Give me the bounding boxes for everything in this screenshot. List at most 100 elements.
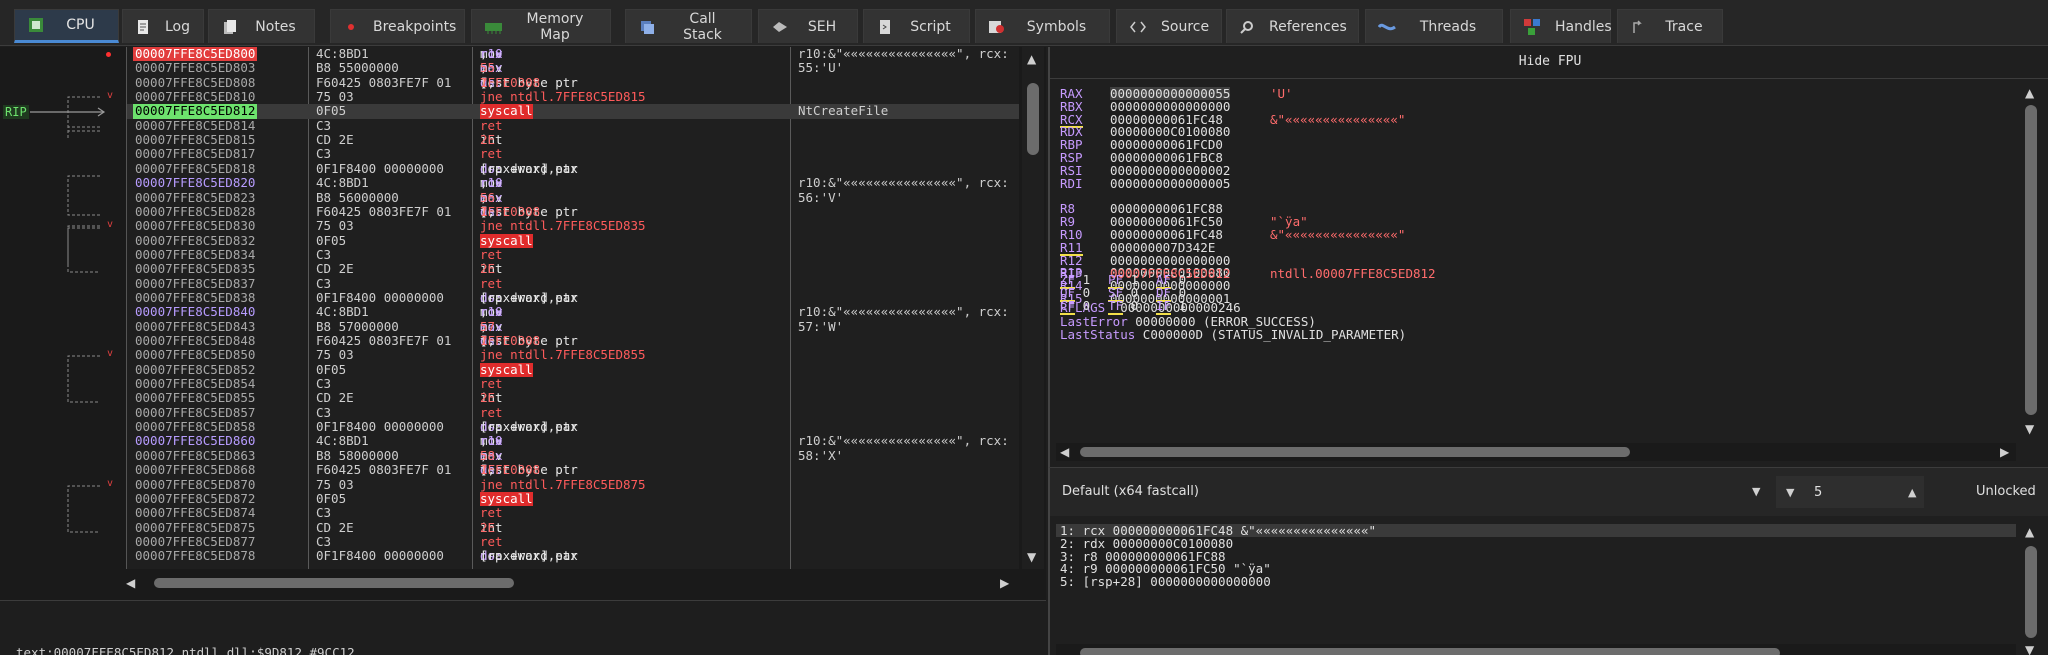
hide-fpu-button[interactable]: Hide FPU [1050, 47, 2048, 79]
scroll-up-icon[interactable]: ▲ [2025, 526, 2034, 538]
disasm-row[interactable]: 00007FFE8C5ED840 4C:8BD1 mov r10, rcx r10:&"… [127, 304, 1019, 319]
argument-row[interactable]: 5: [rsp+28] 0000000000000000 [1056, 575, 2016, 588]
disasm-row[interactable]: 00007FFE8C5ED877 C3 ret [127, 534, 1019, 549]
arg-count-spinbox[interactable]: ▼ 5 ▲ [1776, 476, 1924, 508]
tab-seh[interactable]: SEH [758, 9, 858, 43]
lock-toggle[interactable]: Unlocked [1976, 484, 2036, 499]
disasm-row[interactable]: 00007FFE8C5ED848 F60425 0803FE7F 01 test b… [127, 333, 1019, 348]
disasm-row[interactable]: 00007FFE8C5ED852 0F05 syscall [127, 362, 1019, 378]
register-value[interactable]: 000000007D342E [1110, 241, 1215, 254]
chevron-up-icon[interactable]: ▲ [1908, 486, 1916, 499]
scroll-thumb[interactable] [1027, 83, 1039, 155]
disasm-row[interactable]: 00007FFE8C5ED874 C3 ret [127, 505, 1019, 520]
disasm-hscrollbar[interactable]: ◀ ▶ [126, 574, 1019, 592]
flag-value[interactable]: 0 [1131, 298, 1139, 313]
disasm-row[interactable]: 00007FFE8C5ED823 B8 56000000 mov eax, 56 56:… [127, 190, 1019, 205]
calling-convention-select[interactable]: Default (x64 fastcall) [1062, 484, 1199, 499]
scroll-thumb[interactable] [1080, 447, 1630, 457]
tab-references[interactable]: References [1226, 9, 1359, 43]
tab-script[interactable]: Script [863, 9, 970, 43]
flag-if[interactable]: IF 1 [1156, 297, 1187, 315]
disasm-row[interactable]: 00007FFE8C5ED834 C3 ret [127, 247, 1019, 262]
disasm-row[interactable]: 00007FFE8C5ED872 0F05 syscall [127, 491, 1019, 507]
regs-vscrollbar[interactable]: ▲ ▼ [2020, 83, 2042, 437]
disassembly-list[interactable]: 00007FFE8C5ED800 4C:8BD1 mov r10, rcx r10:&"… [126, 47, 1019, 569]
disasm-row[interactable]: 00007FFE8C5ED830 75 03 jne ntdll.7FFE8C5ED… [127, 218, 1019, 233]
tab-cpu[interactable]: CPU [14, 9, 119, 43]
chevron-down-icon[interactable]: ▼ [1752, 485, 1760, 498]
disasm-row[interactable]: 00007FFE8C5ED815 CD 2E int 2E [127, 132, 1019, 147]
scroll-up-icon[interactable]: ▲ [2025, 87, 2034, 99]
flag-tf[interactable]: TF 0 [1108, 297, 1139, 315]
register-value[interactable]: 0000000000000002 [1110, 164, 1230, 177]
tab-symbols[interactable]: Symbols [975, 9, 1110, 43]
disasm-vscrollbar[interactable]: ▲ ▼ [1022, 47, 1044, 569]
args-hscrollbar[interactable] [1056, 644, 2016, 655]
scroll-thumb[interactable] [2025, 105, 2037, 415]
tab-source[interactable]: Source [1116, 9, 1222, 43]
disasm-row[interactable]: 00007FFE8C5ED832 0F05 syscall [127, 233, 1019, 248]
register-row[interactable]: R11 000000007D342E [1060, 241, 1960, 256]
disasm-row[interactable]: 00007FFE8C5ED835 CD 2E int 2E [127, 261, 1019, 276]
disasm-row[interactable]: 00007FFE8C5ED808 F60425 0803FE7F 01 test b… [127, 75, 1019, 90]
args-vscrollbar[interactable]: ▲ ▼ [2020, 520, 2042, 655]
disasm-row[interactable]: 00007FFE8C5ED857 C3 ret [127, 405, 1019, 420]
breakpoint-dot-icon[interactable] [106, 52, 111, 57]
disasm-row[interactable]: 00007FFE8C5ED817 C3 ret [127, 147, 1019, 162]
disasm-row[interactable]: 00007FFE8C5ED814 C3 ret [127, 118, 1019, 133]
register-value[interactable]: 0000000000000000 [1110, 100, 1230, 113]
disasm-row[interactable]: 00007FFE8C5ED858 0F1F8400 00000000 nop dwo… [127, 419, 1019, 434]
tab-notes[interactable]: Notes [208, 9, 315, 43]
register-row[interactable]: RSI 0000000000000002 [1060, 164, 1960, 177]
tab-log[interactable]: Log [122, 9, 204, 43]
scroll-left-icon[interactable]: ◀ [1060, 446, 1069, 458]
tab-memory-map[interactable]: Memory Map [471, 9, 611, 43]
disasm-row[interactable]: 00007FFE8C5ED800 4C:8BD1 mov r10, rcx r10:&"… [127, 47, 1019, 62]
disasm-row[interactable]: 00007FFE8C5ED818 0F1F8400 00000000 nop dwo… [127, 161, 1019, 176]
scroll-down-icon[interactable]: ▼ [1027, 551, 1036, 563]
register-row[interactable]: RBX 0000000000000000 [1060, 100, 1960, 113]
arg-count-value[interactable]: 5 [1814, 485, 1822, 500]
tab-handles[interactable]: Handles [1510, 9, 1612, 43]
tab-threads[interactable]: Threads [1365, 9, 1503, 43]
register-row[interactable]: RDI 0000000000000005 [1060, 177, 1960, 190]
disasm-row[interactable]: 00007FFE8C5ED875 CD 2E int 2E [127, 520, 1019, 535]
flag-value[interactable]: 1 [1179, 298, 1187, 313]
disasm-row[interactable]: 00007FFE8C5ED810 75 03 jne ntdll.7FFE8C5ED… [127, 89, 1019, 104]
last-status-row[interactable]: LastStatus C000000D (STATUS_INVALID_PARA… [1060, 328, 1406, 341]
disasm-row[interactable]: 00007FFE8C5ED868 F60425 0803FE7F 01 test b… [127, 462, 1019, 477]
regs-hscrollbar[interactable]: ◀ ▶ [1056, 443, 2016, 461]
scroll-left-icon[interactable]: ◀ [126, 577, 135, 589]
scroll-up-icon[interactable]: ▲ [1027, 53, 1036, 65]
scroll-right-icon[interactable]: ▶ [2000, 446, 2009, 458]
scroll-thumb[interactable] [1080, 648, 1780, 655]
scroll-thumb[interactable] [2025, 546, 2037, 638]
disasm-row[interactable]: 00007FFE8C5ED878 0F1F8400 00000000 nop dwo… [127, 548, 1019, 563]
disasm-row[interactable]: 00007FFE8C5ED820 4C:8BD1 mov r10, rcx r10:&"… [127, 175, 1019, 190]
disasm-row[interactable]: 00007FFE8C5ED843 B8 57000000 mov eax, 57 57:… [127, 319, 1019, 334]
tab-trace[interactable]: Trace [1617, 9, 1723, 43]
disasm-row[interactable]: 00007FFE8C5ED870 75 03 jne ntdll.7FFE8C5ED… [127, 477, 1019, 492]
disasm-row[interactable]: 00007FFE8C5ED837 C3 ret [127, 276, 1019, 291]
disasm-row[interactable]: 00007FFE8C5ED855 CD 2E int 2E [127, 390, 1019, 405]
tab-call-stack[interactable]: Call Stack [625, 9, 752, 43]
scroll-right-icon[interactable]: ▶ [1000, 577, 1009, 589]
disasm-row[interactable]: 00007FFE8C5ED803 B8 55000000 mov eax, 55 55:… [127, 60, 1019, 75]
flag-cf[interactable]: CF 0 [1060, 297, 1091, 315]
flag-value[interactable]: 0 [1083, 298, 1091, 313]
tab-breakpoints[interactable]: Breakpoints [330, 9, 465, 43]
scroll-down-icon[interactable]: ▼ [2025, 423, 2034, 435]
scroll-down-icon[interactable]: ▼ [2025, 644, 2034, 655]
disasm-row[interactable]: 00007FFE8C5ED828 F60425 0803FE7F 01 test b… [127, 204, 1019, 219]
disasm-row[interactable]: 00007FFE8C5ED860 4C:8BD1 mov r10, rcx r10:&"… [127, 434, 1019, 449]
chevron-down-icon[interactable]: ▼ [1786, 486, 1794, 499]
register-value[interactable]: 0000000000000005 [1110, 177, 1230, 190]
disasm-row[interactable]: 00007FFE8C5ED812 0F05 syscall NtCreateFile [127, 103, 1019, 119]
argument-row[interactable]: 2: rdx 00000000C0100080 [1056, 537, 2016, 550]
register-row[interactable]: RIP 00007FFE8C5ED812 ntdll.00007FFE8C5ED81… [1060, 267, 1960, 280]
disasm-row[interactable]: 00007FFE8C5ED838 0F1F8400 00000000 nop dwo… [127, 290, 1019, 305]
disasm-row[interactable]: 00007FFE8C5ED850 75 03 jne ntdll.7FFE8C5ED… [127, 347, 1019, 362]
disasm-row[interactable]: 00007FFE8C5ED863 B8 58000000 mov eax, 58 58:… [127, 448, 1019, 463]
scroll-thumb[interactable] [154, 578, 514, 588]
disasm-row[interactable]: 00007FFE8C5ED854 C3 ret [127, 376, 1019, 391]
